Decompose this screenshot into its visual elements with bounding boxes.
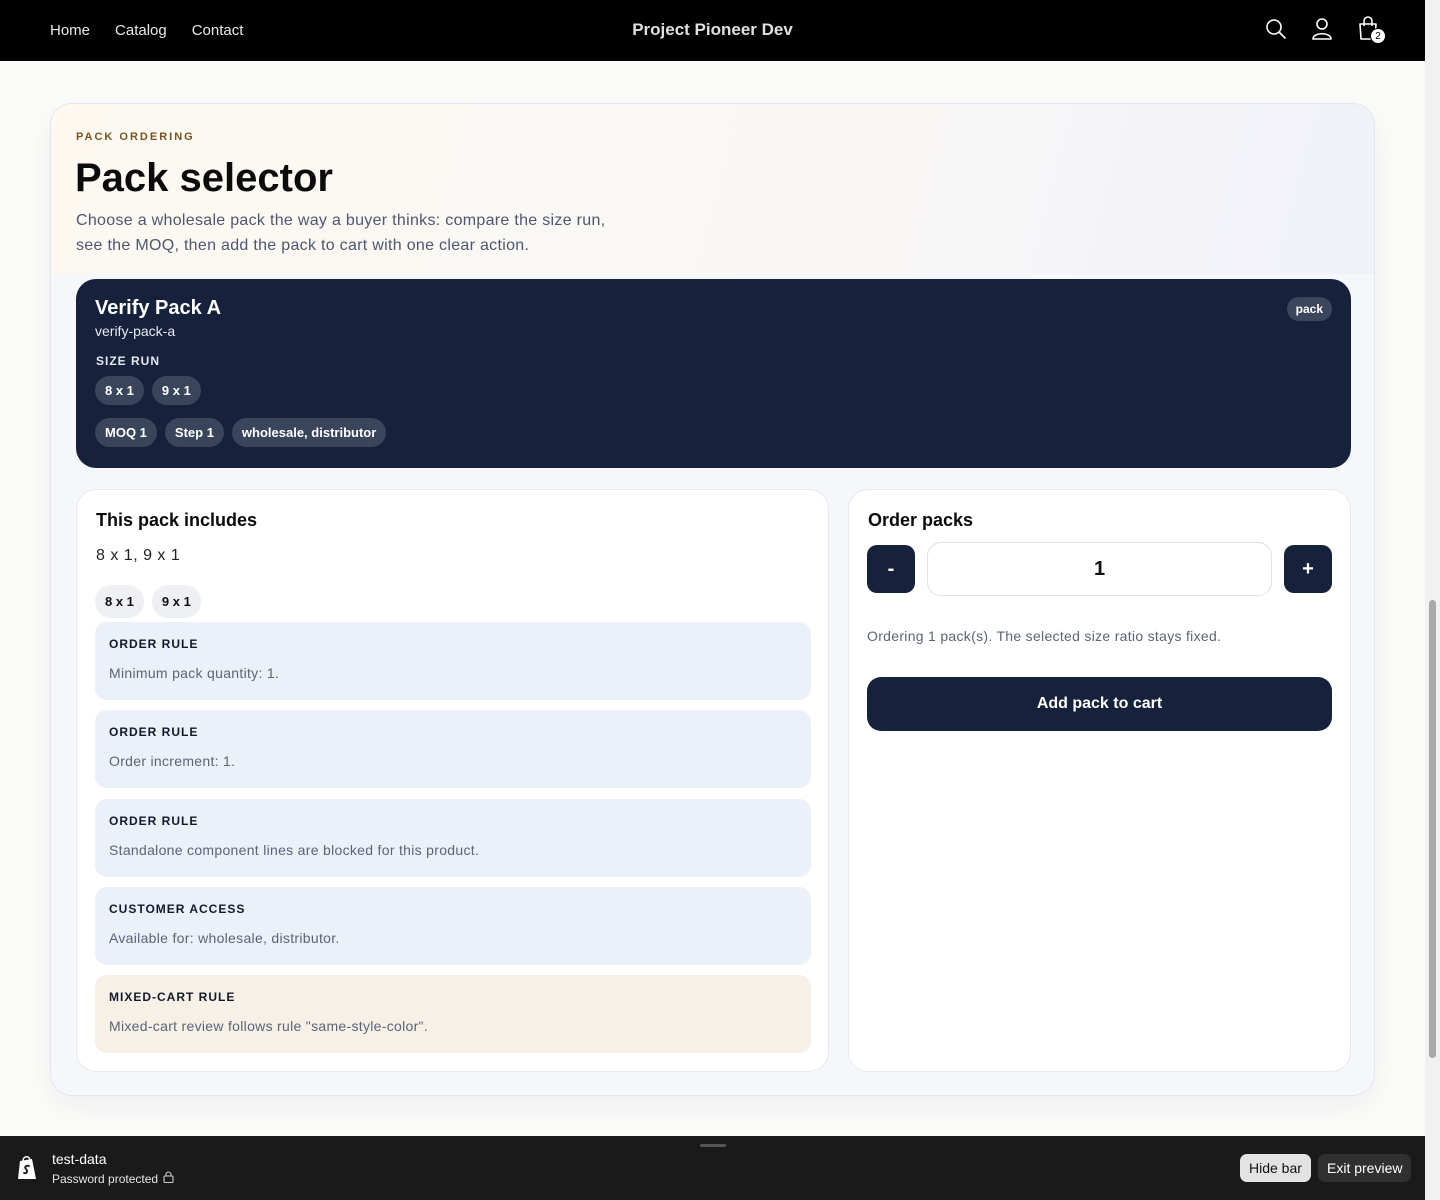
page-title: Pack selector	[75, 156, 333, 200]
size-chip: 8 x 1	[95, 376, 144, 405]
nav-catalog-link[interactable]: Catalog	[115, 22, 167, 39]
includes-summary: 8 x 1, 9 x 1	[96, 547, 181, 564]
rule-text: Standalone component lines are blocked f…	[109, 842, 480, 858]
hide-bar-button[interactable]: Hide bar	[1240, 1154, 1311, 1182]
main-nav: Home Catalog Contact	[50, 0, 243, 61]
cart-count-badge: 2	[1370, 28, 1386, 44]
rule-label: CUSTOMER ACCESS	[109, 902, 246, 916]
moq-chip: MOQ 1	[95, 418, 157, 447]
rule-text: Available for: wholesale, distributor.	[109, 930, 340, 946]
account-icon[interactable]	[1310, 16, 1334, 42]
preview-bar: test-data Password protected Hide bar Ex…	[0, 1136, 1425, 1200]
add-pack-to-cart-button[interactable]: Add pack to cart	[867, 677, 1332, 731]
pack-meta-chips: MOQ 1 Step 1 wholesale, distributor	[95, 418, 387, 447]
order-title: Order packs	[868, 510, 974, 530]
pack-includes-card: This pack includes 8 x 1, 9 x 1 8 x 1 9 …	[76, 489, 829, 1072]
password-status-text: Password protected	[52, 1171, 159, 1186]
includes-chips: 8 x 1 9 x 1	[95, 585, 201, 618]
order-rule-min-quantity: ORDER RULE Minimum pack quantity: 1.	[95, 622, 811, 700]
page-scrollbar[interactable]	[1425, 0, 1440, 1200]
pack-name: Verify Pack A	[95, 297, 222, 319]
order-packs-card: Order packs - + Ordering 1 pack(s). The …	[848, 489, 1351, 1072]
size-chip: 9 x 1	[151, 376, 201, 405]
size-run-label: SIZE RUN	[96, 354, 161, 368]
decrease-quantity-button[interactable]: -	[867, 545, 915, 593]
shopify-logo-icon	[15, 1154, 39, 1182]
header-icons: 2	[1264, 16, 1386, 44]
size-chip: 8 x 1	[95, 585, 144, 618]
pack-handle: verify-pack-a	[95, 323, 176, 339]
pack-selector-panel: PACK ORDERING Pack selector Choose a who…	[50, 103, 1375, 1096]
customer-access-rule: CUSTOMER ACCESS Available for: wholesale…	[95, 887, 811, 965]
quantity-input[interactable]	[927, 542, 1272, 596]
store-name: test-data	[52, 1151, 107, 1167]
rule-label: ORDER RULE	[109, 725, 199, 739]
search-icon[interactable]	[1264, 16, 1288, 42]
drag-handle[interactable]	[700, 1144, 726, 1147]
rule-text: Minimum pack quantity: 1.	[109, 665, 280, 681]
size-run-chips: 8 x 1 9 x 1	[95, 376, 201, 405]
exit-preview-button[interactable]: Exit preview	[1318, 1154, 1412, 1182]
cart-icon[interactable]: 2	[1356, 16, 1386, 44]
site-header: Home Catalog Contact Project Pioneer Dev…	[0, 0, 1425, 61]
mixed-cart-rule: MIXED-CART RULE Mixed-cart review follow…	[95, 975, 811, 1053]
rule-label: ORDER RULE	[109, 637, 199, 651]
rule-label: ORDER RULE	[109, 814, 199, 828]
scrollbar-thumb[interactable]	[1429, 600, 1436, 1058]
page-subtitle: Choose a wholesale pack the way a buyer …	[76, 212, 606, 254]
eyebrow-label: PACK ORDERING	[76, 131, 195, 143]
rule-label: MIXED-CART RULE	[109, 990, 236, 1004]
customer-groups-chip: wholesale, distributor	[231, 418, 387, 447]
step-chip: Step 1	[164, 418, 224, 447]
lock-icon	[163, 1171, 174, 1186]
password-status: Password protected	[52, 1171, 174, 1186]
rule-text: Order increment: 1.	[109, 753, 236, 769]
size-chip: 9 x 1	[151, 585, 201, 618]
order-rule-standalone: ORDER RULE Standalone component lines ar…	[95, 799, 811, 877]
order-rule-increment: ORDER RULE Order increment: 1.	[95, 710, 811, 788]
pack-type-badge: pack	[1286, 297, 1332, 321]
increase-quantity-button[interactable]: +	[1284, 545, 1332, 593]
includes-title: This pack includes	[96, 510, 258, 530]
rule-text: Mixed-cart review follows rule "same-sty…	[109, 1018, 429, 1034]
brand-name[interactable]: Project Pioneer Dev	[632, 20, 793, 39]
order-note: Ordering 1 pack(s). The selected size ra…	[867, 628, 1222, 644]
pack-summary-card: Verify Pack A verify-pack-a pack SIZE RU…	[76, 279, 1351, 468]
nav-contact-link[interactable]: Contact	[192, 22, 244, 39]
nav-home-link[interactable]: Home	[50, 22, 90, 39]
